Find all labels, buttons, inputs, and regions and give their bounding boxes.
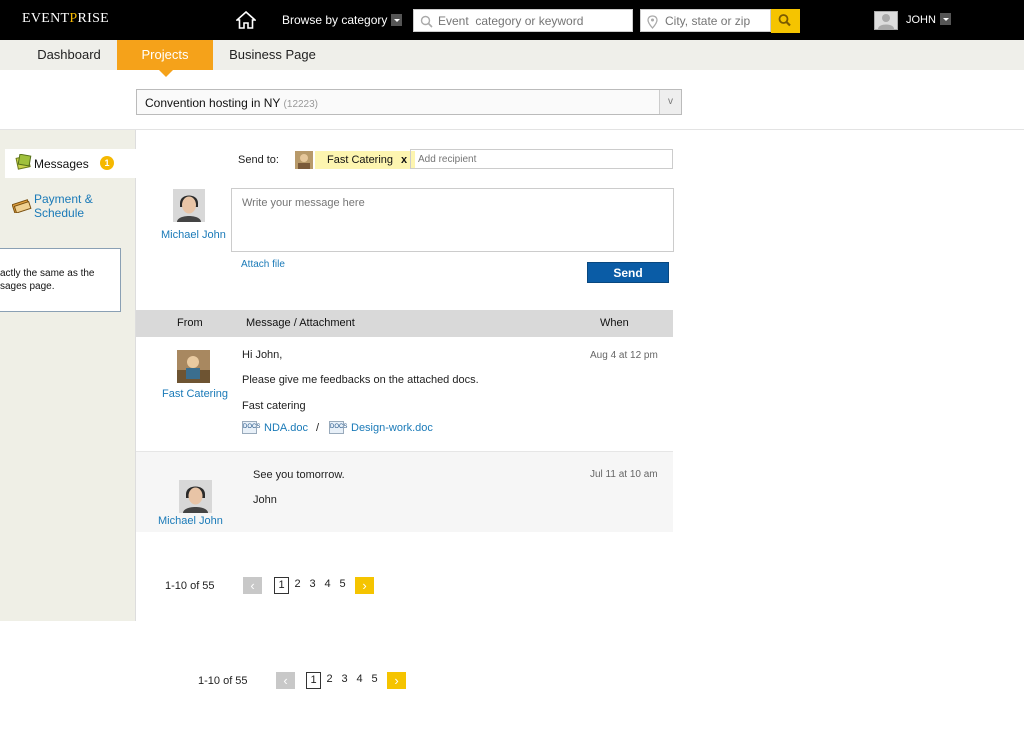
page-number[interactable]: 3 — [305, 577, 320, 594]
payment-icon — [12, 199, 32, 213]
search-box — [413, 9, 633, 32]
page-number[interactable]: 1 — [274, 577, 289, 594]
message-from-name[interactable]: Michael John — [158, 515, 223, 527]
table-row[interactable]: Michael John See you tomorrow. John Jul … — [136, 452, 673, 532]
location-input[interactable] — [641, 10, 770, 31]
user-name: JOHN — [906, 14, 936, 26]
note-line: ssages page. — [0, 281, 55, 292]
sidebar-item-payment-schedule[interactable]: Payment & Schedule — [34, 192, 93, 220]
message-input[interactable] — [231, 188, 674, 252]
pagination: 1-10 of 55 ‹ 1 2 3 4 5 › — [198, 672, 418, 689]
pagination-count: 1-10 of 55 — [165, 580, 215, 592]
sidebar-item-label: Schedule — [34, 206, 85, 220]
table-row[interactable]: Fast Catering Hi John, Please give me fe… — [136, 337, 673, 452]
page-number[interactable]: 5 — [335, 577, 350, 594]
message-text-line: See you tomorrow. — [253, 469, 345, 481]
messages-icon — [15, 154, 32, 170]
column-header-from: From — [177, 317, 203, 329]
location-box — [640, 9, 771, 32]
browse-label: Browse by category — [282, 13, 388, 27]
page-number[interactable]: 4 — [352, 672, 367, 689]
search-icon — [778, 14, 791, 27]
logo-suffix: RISE — [77, 11, 110, 26]
avatar — [177, 350, 210, 383]
add-recipient-field — [410, 149, 673, 169]
location-pin-icon — [647, 15, 658, 29]
send-button[interactable]: Send — [587, 262, 669, 283]
sidebar: Messages 1 Payment & Schedule xactly the… — [0, 130, 136, 621]
message-text-line: Fast catering — [242, 400, 306, 412]
recipient-avatar — [295, 151, 313, 169]
top-navigation-bar: EVENTPRISE Browse by category JOHN — [0, 0, 1024, 40]
pagination: 1-10 of 55 ‹ 1 2 3 4 5 › — [165, 577, 385, 594]
message-text-line: John — [253, 494, 277, 506]
sidebar-item-label: Messages — [34, 157, 89, 171]
message-time: Aug 4 at 12 pm — [590, 350, 658, 361]
search-button[interactable] — [771, 9, 800, 33]
previous-page-button[interactable]: ‹ — [276, 672, 295, 689]
home-icon[interactable] — [234, 10, 258, 29]
sidebar-item-messages[interactable]: Messages 1 — [5, 149, 136, 178]
remove-recipient-icon[interactable]: x — [401, 154, 407, 166]
next-page-button[interactable]: › — [355, 577, 374, 594]
project-count: (12223) — [283, 99, 319, 110]
tab-business-page[interactable]: Business Page — [222, 40, 323, 70]
main-tabs: Dashboard Projects Business Page — [0, 40, 1024, 77]
message-time: Jul 11 at 10 am — [590, 469, 658, 480]
avatar — [173, 189, 205, 222]
logo[interactable]: EVENTPRISE — [22, 11, 109, 27]
page-number[interactable]: 5 — [367, 672, 382, 689]
sidebar-item-label: Payment & — [34, 192, 93, 206]
search-input[interactable] — [414, 10, 632, 31]
doc-file-icon: DOCS — [242, 421, 260, 434]
project-select[interactable]: Convention hosting in NY (12223) v — [136, 89, 682, 115]
next-page-button[interactable]: › — [387, 672, 406, 689]
chevron-down-icon — [939, 13, 951, 26]
add-recipient-input[interactable] — [411, 150, 672, 168]
search-icon — [420, 15, 433, 28]
message-text-line: Please give me feedbacks on the attached… — [242, 374, 479, 386]
divider — [0, 129, 1024, 130]
unread-badge: 1 — [100, 156, 114, 170]
messages-table-header: From Message / Attachment When — [136, 310, 673, 337]
sender-name[interactable]: Michael John — [161, 229, 226, 241]
doc-file-icon: DOCS — [329, 421, 347, 434]
user-menu[interactable]: JOHN — [906, 13, 951, 26]
chevron-down-icon[interactable]: v — [659, 90, 681, 114]
project-select-value: Convention hosting in NY (12223) — [145, 96, 318, 110]
pagination-count: 1-10 of 55 — [198, 675, 248, 687]
user-avatar[interactable] — [874, 11, 898, 30]
tab-projects[interactable]: Projects — [117, 40, 213, 77]
avatar — [179, 480, 212, 513]
message-from-name[interactable]: Fast Catering — [162, 388, 228, 400]
page-number[interactable]: 4 — [320, 577, 335, 594]
attachment-link[interactable]: Design-work.doc — [351, 422, 433, 434]
message-text-line: Hi John, — [242, 349, 283, 361]
chevron-down-icon — [391, 13, 403, 26]
send-to-label: Send to: — [238, 154, 279, 166]
project-name: Convention hosting in NY — [145, 96, 281, 110]
page-number[interactable]: 3 — [337, 672, 352, 689]
recipient-chip[interactable]: Fast Catering x — [315, 151, 416, 169]
previous-page-button[interactable]: ‹ — [243, 577, 262, 594]
column-header-message: Message / Attachment — [246, 317, 355, 329]
page-number[interactable]: 1 — [306, 672, 321, 689]
column-header-when: When — [600, 317, 629, 329]
page-number[interactable]: 2 — [290, 577, 305, 594]
browse-by-category-menu[interactable]: Browse by category — [282, 13, 403, 27]
page-number[interactable]: 2 — [322, 672, 337, 689]
note-line: xactly the same as the — [0, 268, 95, 279]
attachment-separator: / — [316, 422, 320, 434]
attach-file-link[interactable]: Attach file — [241, 259, 285, 270]
tab-dashboard[interactable]: Dashboard — [27, 40, 111, 70]
logo-prefix: EVENT — [22, 11, 70, 26]
annotation-note: xactly the same as the ssages page. — [0, 248, 121, 312]
recipient-name: Fast Catering — [327, 154, 394, 166]
attachment-link[interactable]: NDA.doc — [264, 422, 308, 434]
